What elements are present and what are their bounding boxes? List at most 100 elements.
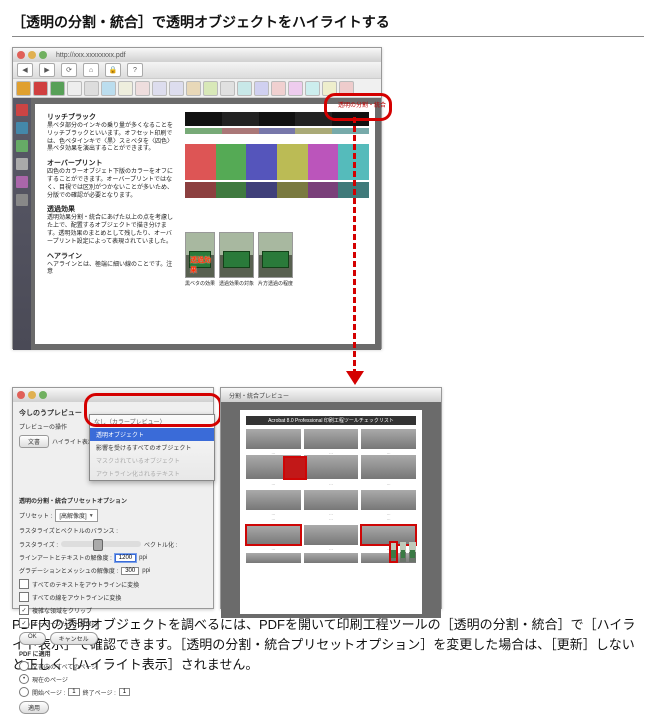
photo-2 (219, 232, 254, 278)
highlighted-transparent-object (284, 457, 306, 479)
preflight-icon[interactable] (254, 81, 269, 96)
checkbox-preserve-op[interactable]: ✓ (19, 618, 29, 628)
security-icon[interactable]: 🔒 (105, 63, 121, 77)
zoom-icon[interactable] (39, 391, 47, 399)
form-icon[interactable] (220, 81, 235, 96)
preview-doc-title: Acrobat 8.0 Professional 印刷工程ツールチェックリスト (246, 416, 416, 425)
output-icon[interactable] (237, 81, 252, 96)
minimize-icon[interactable] (28, 391, 36, 399)
cancel-button[interactable]: キャンセル (50, 632, 98, 645)
home-icon[interactable]: ⌂ (83, 63, 99, 77)
to-label: 終了ページ : (83, 688, 116, 697)
flatten-icon[interactable] (305, 81, 320, 96)
help-icon[interactable]: ? (127, 63, 143, 77)
lineart-res-label: ラインアートとテキストの解像度 : (19, 553, 112, 562)
zoomin-icon[interactable] (152, 81, 167, 96)
checkbox-clip-complex[interactable]: ✓ (19, 605, 29, 615)
grad-res-input[interactable]: 300 (121, 567, 139, 575)
preset-dropdown[interactable]: [高解像度]▼ (55, 509, 97, 522)
callout-highlight-menu (84, 393, 222, 427)
c1-label: すべてのテキストをアウトラインに変換 (32, 580, 139, 589)
navpane (13, 98, 31, 350)
highlighted-photo-1 (390, 542, 397, 562)
attachments-icon[interactable] (16, 158, 28, 170)
rb1-label: 文書内のすべてのページ (32, 662, 97, 671)
acrobat-toolbar (13, 78, 381, 98)
preset-label: プリセット : (19, 511, 52, 520)
window-url: http://xxx.xxxxxxxx.pdf (56, 52, 126, 59)
hand-icon[interactable] (118, 81, 133, 96)
forward-icon[interactable]: ▶ (39, 63, 55, 77)
pages-icon[interactable] (16, 104, 28, 116)
mail-icon[interactable] (84, 81, 99, 96)
search-icon[interactable] (101, 81, 116, 96)
page-from-input[interactable]: 1 (68, 688, 79, 696)
photo-caption-2: 透過効果の対象 (219, 280, 254, 287)
comments-icon[interactable] (16, 194, 28, 206)
signatures-icon[interactable] (16, 176, 28, 188)
trap-icon[interactable] (288, 81, 303, 96)
doc-p3: 透明効果分割・統合にあげた以上の点を考慮した上で、配置するオブジェクトで描き分け… (47, 215, 177, 246)
flattener-preview-window: 分割・統合プレビュー Acrobat 8.0 Professional 印刷工程… (220, 387, 442, 609)
apply-button[interactable]: 適用 (19, 701, 49, 714)
menu-item-affected-objects[interactable]: 影響を受けるすべてのオブジェクト (90, 441, 214, 454)
menu-item-outlined-text: アウトライン化されるテキスト (90, 467, 214, 480)
apply-section-label: PDF に適用 (19, 649, 207, 658)
radio-all-pages[interactable] (19, 661, 29, 671)
open-icon[interactable] (16, 81, 31, 96)
close-icon[interactable] (17, 391, 25, 399)
section-heading: ［透明の分割・統合］で透明オブジェクトをハイライトする (12, 12, 644, 37)
checkbox-text-outline[interactable] (19, 579, 29, 589)
arrow-line (353, 117, 356, 375)
ok-button[interactable]: OK (19, 632, 46, 645)
save-icon[interactable] (50, 81, 65, 96)
preview-window-title: 分割・統合プレビュー (229, 391, 289, 400)
reload-icon[interactable]: ⟳ (61, 63, 77, 77)
photo-caption-1: 黒ベタの効果 (185, 280, 215, 287)
preview-titlebar: 分割・統合プレビュー (221, 388, 441, 402)
menu-item-masked: マスクされているオブジェクト (90, 454, 214, 467)
minimize-icon[interactable] (28, 51, 36, 59)
radio-current-page[interactable]: • (19, 674, 29, 684)
vector-label: ベクトル化 : (144, 540, 177, 549)
layers-icon[interactable] (16, 140, 28, 152)
refresh-button[interactable]: 文書 (19, 435, 49, 448)
doc-p2: 四色のカラーオブジェト下版のカラーをオフにすることができます。オーバープリントで… (47, 169, 177, 200)
ppi-label-2: ppi (142, 568, 150, 574)
pdf-icon[interactable] (33, 81, 48, 96)
callout-flatten-button: 透明の分割・統合 (324, 93, 392, 121)
zoom-icon[interactable] (39, 51, 47, 59)
sign-icon[interactable] (203, 81, 218, 96)
print-icon[interactable] (67, 81, 82, 96)
close-icon[interactable] (17, 51, 25, 59)
radio-page-range[interactable] (19, 687, 29, 697)
figure: http://xxx.xxxxxxxx.pdf ◀ ▶ ⟳ ⌂ 🔒 ? (12, 47, 632, 607)
comment-icon[interactable] (186, 81, 201, 96)
zoomout-icon[interactable] (169, 81, 184, 96)
photo-3 (258, 232, 293, 278)
menu-item-transparent-objects[interactable]: 透明オブジェクト (90, 428, 214, 441)
titlebar: http://xxx.xxxxxxxx.pdf (13, 48, 381, 62)
preview-page: Acrobat 8.0 Professional 印刷工程ツールチェックリスト … (240, 410, 422, 614)
rb3-label: 開始ページ : (32, 688, 65, 697)
doc-p1: 黒ベタ部分のインキの乗り量が多くなることをリッチブラックといいます。オフセット印… (47, 123, 177, 154)
ink-icon[interactable] (271, 81, 286, 96)
pdf-page: リッチブラック 黒ベタ部分のインキの乗り量が多くなることをリッチブラックといいま… (35, 104, 375, 344)
photo-1: 透過効果 (185, 232, 215, 278)
preset-section-label: 透明の分割・統合プリセットオプション (19, 496, 207, 505)
photo-overlay-label: 透過効果 (190, 255, 214, 275)
balance-slider[interactable] (61, 541, 141, 547)
checkbox-stroke-outline[interactable] (19, 592, 29, 602)
c2-label: すべての線をアウトラインに変換 (32, 593, 121, 602)
select-icon[interactable] (135, 81, 150, 96)
raster-label: ラスタライズ : (19, 540, 58, 549)
back-icon[interactable]: ◀ (17, 63, 33, 77)
bookmarks-icon[interactable] (16, 122, 28, 134)
balance-label: ラスタライズとベクトルのバランス : (19, 526, 207, 535)
lineart-res-input[interactable]: 1200 (115, 554, 136, 562)
page-to-input[interactable]: 1 (119, 688, 130, 696)
doc-h3: 透過効果 (47, 204, 371, 214)
browser-toolbar: ◀ ▶ ⟳ ⌂ 🔒 ? (13, 62, 381, 78)
rb2-label: 現在のページ (32, 675, 68, 684)
photo-row: 透過効果 黒ベタの効果 透過効果の対象 片方透過の程度 (185, 232, 369, 287)
